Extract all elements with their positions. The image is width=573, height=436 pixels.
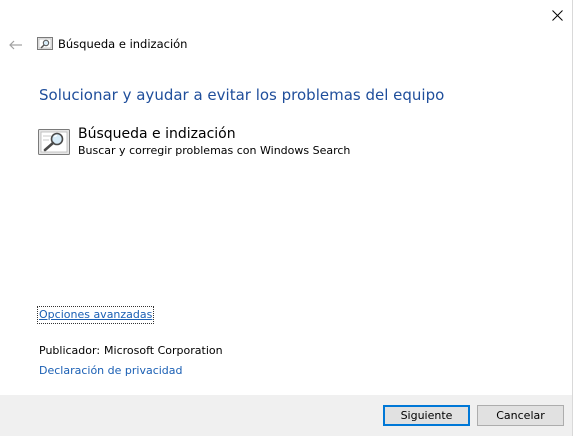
footer-bar: Siguiente Cancelar: [0, 395, 572, 436]
close-button[interactable]: [542, 0, 573, 30]
page-heading: Solucionar y ayudar a evitar los problem…: [39, 86, 445, 104]
search-indexing-small-icon: [37, 37, 53, 50]
privacy-statement-link[interactable]: Declaración de privacidad: [39, 363, 183, 379]
next-button[interactable]: Siguiente: [383, 405, 470, 426]
troubleshooter-window: Búsqueda e indización Solucionar y ayuda…: [0, 0, 573, 436]
item-title: Búsqueda e indización: [78, 126, 236, 142]
item-description: Buscar y corregir problemas con Windows …: [78, 144, 351, 157]
back-arrow-icon: [9, 40, 22, 50]
header-title: Búsqueda e indización: [58, 37, 188, 51]
search-indexing-icon: [38, 129, 70, 155]
close-icon: [552, 9, 563, 21]
cancel-button[interactable]: Cancelar: [477, 405, 564, 426]
advanced-options-link[interactable]: Opciones avanzadas: [36, 306, 155, 324]
troubleshooter-item: Búsqueda e indización Buscar y corregir …: [38, 125, 398, 161]
back-button[interactable]: [6, 36, 26, 54]
publisher-info: Publicador: Microsoft Corporation: [39, 343, 223, 359]
publisher-label: Publicador:: [39, 344, 101, 357]
publisher-value: Microsoft Corporation: [104, 344, 223, 357]
